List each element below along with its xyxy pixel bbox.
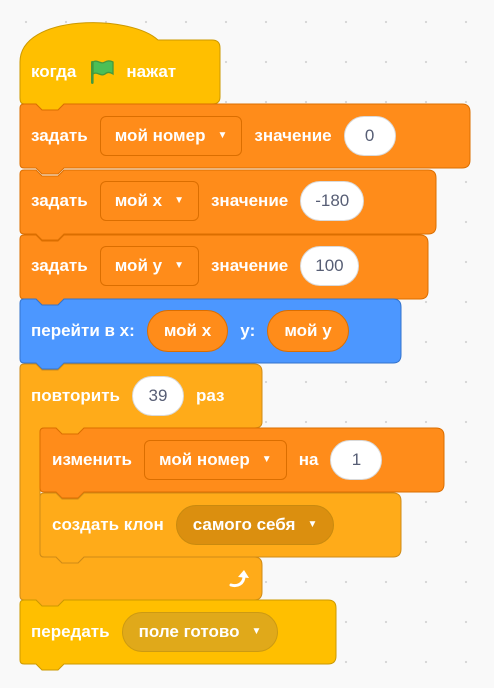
goto-y-label: y:	[240, 321, 256, 340]
when-label: когда	[31, 62, 77, 81]
goto-row: перейти в x: мой x y: мой y	[31, 310, 349, 352]
variable-dropdown-my-number[interactable]: мой номер ▼	[144, 440, 287, 480]
set-number-row: задать мой номер ▼ значение 0	[31, 116, 396, 156]
change-value-input[interactable]: 1	[330, 440, 383, 480]
value-input-number[interactable]: 0	[343, 116, 396, 156]
dropdown-arrow-icon: ▼	[174, 195, 184, 206]
set-x-label: задать	[31, 191, 88, 210]
by-label: на	[298, 450, 319, 469]
dropdown-arrow-icon: ▼	[174, 260, 184, 271]
goto-label: перейти в x:	[31, 321, 135, 340]
set-x-row: задать мой x ▼ значение -180	[31, 181, 365, 221]
variable-dropdown-my-x[interactable]: мой x ▼	[99, 181, 199, 221]
repeat-label: повторить	[31, 386, 120, 405]
dropdown-arrow-icon: ▼	[307, 519, 318, 530]
create-clone-label: создать клон	[52, 515, 164, 534]
set-y-label: задать	[31, 256, 88, 275]
reporter-my-x[interactable]: мой x	[146, 310, 229, 352]
broadcast-label: передать	[31, 622, 110, 641]
set-number-label: задать	[31, 126, 88, 145]
times-label: раз	[195, 386, 225, 405]
variable-dropdown-text: мой номер	[159, 450, 250, 469]
variable-dropdown-text: мой y	[114, 256, 163, 275]
dropdown-arrow-icon: ▼	[261, 454, 272, 465]
dropdown-arrow-icon: ▼	[217, 130, 228, 141]
repeat-row: повторить 39 раз	[31, 376, 224, 416]
value-label: значение	[210, 191, 289, 210]
create-clone-row: создать клон самого себя ▼	[52, 505, 335, 545]
broadcast-message-dropdown[interactable]: поле готово ▼	[121, 612, 279, 652]
variable-dropdown-my-y[interactable]: мой y ▼	[99, 246, 199, 286]
value-input-x[interactable]: -180	[300, 181, 365, 221]
broadcast-row: передать поле готово ▼	[31, 612, 279, 652]
loop-arrow-icon	[229, 570, 249, 588]
set-y-row: задать мой y ▼ значение 100	[31, 246, 359, 286]
when-flag-row: когда нажат	[31, 52, 176, 92]
change-label: изменить	[52, 450, 133, 469]
change-number-row: изменить мой номер ▼ на 1	[52, 440, 383, 480]
dropdown-arrow-icon: ▼	[251, 626, 262, 637]
reporter-my-y[interactable]: мой y	[267, 310, 349, 352]
green-flag-icon	[91, 60, 115, 84]
variable-dropdown-text: мой номер	[114, 126, 206, 145]
variable-dropdown-my-number[interactable]: мой номер ▼	[99, 116, 243, 156]
clone-target-text: самого себя	[192, 515, 296, 534]
value-label: значение	[210, 256, 289, 275]
broadcast-message-text: поле готово	[138, 622, 240, 641]
value-input-y[interactable]: 100	[300, 246, 359, 286]
repeat-count-input[interactable]: 39	[131, 376, 184, 416]
clone-target-dropdown[interactable]: самого себя ▼	[175, 505, 335, 545]
value-label: значение	[254, 126, 332, 145]
clicked-label: нажат	[126, 62, 177, 81]
variable-dropdown-text: мой x	[114, 191, 163, 210]
